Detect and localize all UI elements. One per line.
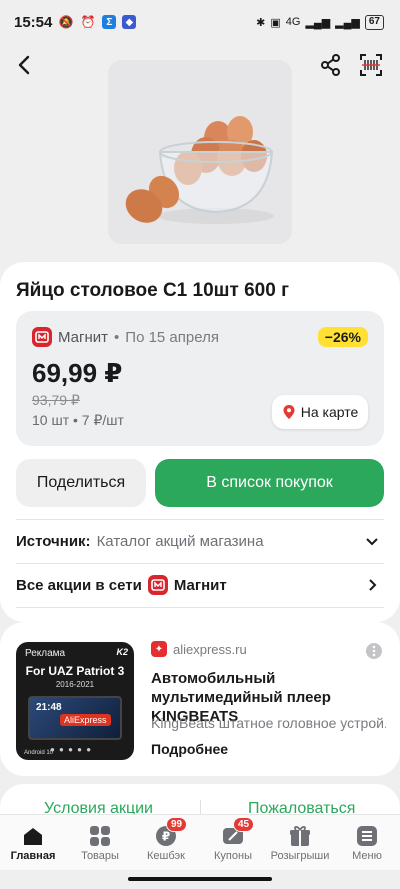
- alarm-icon: ⏰: [80, 15, 96, 29]
- ad-image[interactable]: Реклама K2 For UAZ Patriot 3 2016-2021 2…: [16, 642, 134, 760]
- store-name: Магнит: [58, 328, 109, 346]
- ad-menu-button[interactable]: [366, 643, 382, 659]
- carousel-dots: ● ● ● ● ●: [50, 745, 93, 754]
- back-arrow-icon: [18, 55, 30, 75]
- share-product-button[interactable]: Поделиться: [16, 459, 146, 507]
- ad-image-time: 21:48: [36, 702, 62, 713]
- map-button-label: На карте: [300, 404, 359, 420]
- ad-image-os: Android 10: [24, 750, 54, 756]
- tab-label: Главная: [10, 850, 56, 862]
- tab-label: Розыгрыши: [270, 850, 330, 862]
- network-type: 4G: [285, 16, 301, 28]
- offer-card: Магнит • По 15 апреля −26% 69,99 ₽ 93,79…: [16, 311, 384, 446]
- divider: [16, 607, 384, 608]
- unit-price: 10 шт • 7 ₽/шт: [32, 412, 124, 428]
- status-time: 15:54: [14, 13, 53, 31]
- ruble-icon: ₽ 99: [154, 817, 188, 847]
- cashback-badge: 99: [166, 817, 188, 832]
- ad-image-years: 2016-2021: [55, 680, 95, 689]
- signal-icon: ▂▄▆: [305, 16, 331, 29]
- tab-cashback[interactable]: ₽ 99 Кешбэк: [133, 817, 199, 871]
- ad-image-badge: AliExpress: [60, 714, 111, 726]
- ad-brand: K2: [116, 647, 128, 657]
- status-bar: 15:54 🔕 ⏰ Σ ◆ ✱ ▣ 4G ▂▄▆ ▂▄▆ 67: [0, 0, 400, 44]
- map-pin-icon: [283, 405, 295, 419]
- bottom-tab-bar: Главная Товары ₽ 99 Кешбэк 45 Купоны Роз…: [0, 814, 400, 870]
- coupon-icon: 45: [221, 817, 255, 847]
- tab-coupons[interactable]: 45 Купоны: [200, 817, 266, 871]
- eggs-bowl-image: [125, 116, 274, 224]
- svg-text:₽: ₽: [162, 830, 170, 844]
- signal-icon-2: ▂▄▆: [335, 16, 360, 29]
- back-button[interactable]: [12, 52, 38, 78]
- product-image[interactable]: [108, 60, 292, 244]
- old-price: 93,79 ₽: [32, 392, 80, 408]
- more-vertical-icon: [372, 645, 376, 657]
- ad-image-headline: For UAZ Patriot 3: [25, 664, 125, 678]
- home-icon: [21, 825, 45, 847]
- coupons-badge: 45: [233, 817, 255, 832]
- ad-source: ✦ aliexpress.ru: [151, 641, 247, 657]
- discount-badge: −26%: [317, 327, 368, 347]
- home-indicator[interactable]: [128, 877, 272, 881]
- map-button[interactable]: На карте: [272, 395, 368, 429]
- battery-level: 67: [364, 14, 384, 30]
- magnit-logo-icon: [147, 575, 168, 595]
- share-icon: [321, 54, 340, 76]
- app-icon: ◆: [122, 15, 137, 29]
- tab-menu[interactable]: Меню: [334, 825, 400, 871]
- menu-icon: [355, 825, 379, 847]
- all-offers-row[interactable]: Все акции в сети Магнит: [16, 564, 384, 606]
- ad-description: KingBeats штатное головное устрой...: [151, 715, 386, 731]
- source-row[interactable]: Источник: Каталог акций магазина: [16, 520, 384, 562]
- header: [0, 44, 400, 270]
- gift-icon: [288, 825, 312, 847]
- tab-label: Товары: [81, 850, 119, 862]
- bluetooth-icon: ✱: [256, 16, 266, 29]
- ad-image-screen: 21:48 AliExpress: [28, 696, 122, 740]
- source-label: Источник:: [16, 532, 91, 550]
- all-offers-label: Все акции в сети: [16, 576, 142, 594]
- store-row: Магнит • По 15 апреля: [32, 327, 219, 347]
- valid-until: По 15 апреля: [125, 328, 219, 346]
- grid-icon: [88, 825, 112, 847]
- share-button[interactable]: [318, 52, 344, 78]
- aliexpress-logo-icon: ✦: [151, 641, 167, 657]
- tab-label: Меню: [352, 850, 382, 862]
- barcode-icon: [360, 54, 382, 76]
- product-title: Яйцо столовое С1 10шт 600 г: [16, 280, 289, 301]
- add-to-list-button[interactable]: В список покупок: [155, 459, 384, 507]
- magnit-logo-icon: [32, 327, 52, 347]
- all-offers-store: Магнит: [173, 576, 227, 594]
- tab-label: Кешбэк: [147, 850, 185, 862]
- barcode-scan-button[interactable]: [358, 52, 384, 78]
- tab-label: Купоны: [214, 850, 252, 862]
- tab-home[interactable]: Главная: [0, 825, 66, 871]
- tab-products[interactable]: Товары: [67, 825, 133, 871]
- chevron-down-icon: [366, 538, 378, 546]
- source-value: Каталог акций магазина: [96, 532, 264, 550]
- price: 69,99 ₽: [32, 358, 123, 388]
- mute-icon: 🔕: [58, 15, 74, 29]
- chevron-right-icon: [369, 579, 377, 591]
- ad-source-name: aliexpress.ru: [173, 641, 247, 657]
- sigma-app-icon: Σ: [102, 15, 117, 29]
- tab-giveaways[interactable]: Розыгрыши: [267, 825, 333, 871]
- ad-more-link[interactable]: Подробнее: [151, 741, 228, 757]
- ad-label: Реклама: [25, 648, 66, 659]
- vibrate-icon: ▣: [270, 16, 281, 29]
